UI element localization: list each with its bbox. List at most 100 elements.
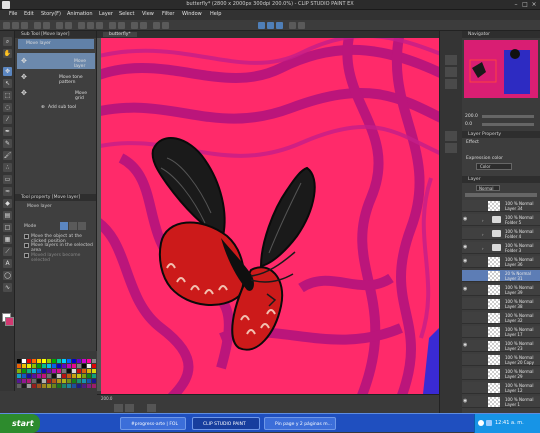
navigator-angle-value[interactable]: 0.0: [465, 122, 472, 127]
canvas-tab[interactable]: butterfly*: [103, 32, 137, 37]
frame-icon[interactable]: ▦: [3, 235, 12, 244]
actual-size-icon[interactable]: [125, 404, 134, 412]
menu-window[interactable]: Window: [182, 11, 202, 17]
figure-icon[interactable]: □: [3, 223, 12, 232]
task-button[interactable]: #progress-arte | FOL: [120, 417, 186, 430]
folder-expand-icon[interactable]: ›: [482, 232, 484, 237]
eye-icon[interactable]: [463, 385, 468, 390]
expression-color-select[interactable]: Color: [476, 163, 512, 170]
snap-icon[interactable]: [276, 22, 283, 29]
navigator-preview[interactable]: [464, 40, 538, 98]
save-icon[interactable]: [21, 22, 28, 29]
menu-help[interactable]: Help: [210, 11, 221, 17]
eraser-icon[interactable]: ▭: [3, 175, 12, 184]
fill-icon[interactable]: [118, 22, 125, 29]
eye-icon[interactable]: [463, 357, 468, 362]
smoothing-icon[interactable]: [267, 22, 274, 29]
pen-pressure-icon[interactable]: [298, 22, 305, 29]
layer-row[interactable]: ◉ 100 % Normal Layer 1: [462, 396, 540, 408]
crop-icon[interactable]: [109, 22, 116, 29]
sub-color-swatch[interactable]: [5, 317, 14, 326]
eye-icon[interactable]: ◉: [463, 399, 468, 404]
layer-row[interactable]: ◉ 100 % Normal Layer 39: [462, 284, 540, 296]
volume-icon[interactable]: [486, 420, 492, 426]
eye-icon[interactable]: [463, 203, 468, 208]
layer-row[interactable]: 100 % Normal Layer 12: [462, 382, 540, 394]
layer-search-icon[interactable]: [445, 131, 457, 141]
layer-row[interactable]: 100 % Normal Layer 34: [462, 200, 540, 212]
canvas-zoom-value[interactable]: 200.0: [101, 396, 112, 401]
task-button-active[interactable]: CLIP STUDIO PAINT: [192, 417, 260, 430]
mode-selection-button[interactable]: [69, 222, 77, 230]
subtool-item-move-tone-pattern[interactable]: ✥ Move tone pattern: [17, 69, 95, 85]
mode-layer-button[interactable]: [60, 222, 68, 230]
eye-icon[interactable]: ◉: [463, 245, 468, 250]
brush-size-icon[interactable]: [289, 22, 296, 29]
layer-row[interactable]: 100 % Normal Layer 29: [462, 368, 540, 380]
layer-row[interactable]: 20 % Normal Layer 31: [462, 270, 540, 282]
drawing-canvas[interactable]: [101, 38, 439, 394]
rotate-icon[interactable]: [162, 22, 169, 29]
zoom-icon[interactable]: ⌕: [3, 37, 12, 46]
rotate-slider[interactable]: [482, 123, 534, 126]
eye-icon[interactable]: [463, 329, 468, 334]
menu-animation[interactable]: Animation: [67, 11, 93, 17]
subtool-item-move-layer[interactable]: ✥ Move layer: [17, 53, 95, 69]
add-subtool-button[interactable]: ⊕ Add sub tool: [17, 103, 95, 113]
layer-row[interactable]: › 100 % Normal Folder 4: [462, 228, 540, 240]
minimize-button[interactable]: –: [512, 1, 520, 8]
sub-view-icon[interactable]: [445, 67, 457, 77]
fill-tool-icon[interactable]: ◆: [3, 199, 12, 208]
layer-row[interactable]: ◉ 100 % Normal Layer 36: [462, 256, 540, 268]
material-icon[interactable]: [445, 143, 457, 153]
color-swatch-grid[interactable]: [15, 351, 97, 391]
selection-icon[interactable]: ⬚: [3, 91, 12, 100]
balloon-icon[interactable]: ◯: [3, 271, 12, 280]
layer-row[interactable]: 100 % Normal Layer 17: [462, 326, 540, 338]
task-button[interactable]: Pin page y 2 páginas m...: [264, 417, 336, 430]
eye-icon[interactable]: ◉: [463, 217, 468, 222]
redo-icon[interactable]: [43, 22, 50, 29]
deselect-icon[interactable]: [78, 22, 85, 29]
move-selected-area-checkbox[interactable]: [24, 243, 29, 248]
rotate-view-icon[interactable]: [147, 404, 156, 412]
menu-select[interactable]: Select: [119, 11, 134, 17]
menu-file[interactable]: File: [9, 11, 17, 17]
move-icon[interactable]: ✥: [3, 67, 12, 76]
eye-icon[interactable]: [463, 231, 468, 236]
menu-view[interactable]: View: [142, 11, 154, 17]
eyedropper-icon[interactable]: ⁄: [3, 115, 12, 124]
move-clicked-object-checkbox[interactable]: [24, 234, 29, 239]
start-button[interactable]: start: [0, 414, 40, 433]
mode-area-button[interactable]: [78, 222, 86, 230]
eye-icon[interactable]: [463, 371, 468, 376]
new-icon[interactable]: [3, 22, 10, 29]
moved-layers-selected-checkbox[interactable]: [24, 253, 29, 258]
airbrush-icon[interactable]: ∴: [3, 163, 12, 172]
zoom-slider[interactable]: [482, 115, 534, 118]
gradient-icon[interactable]: ▤: [3, 211, 12, 220]
pen-icon[interactable]: ✒: [3, 127, 12, 136]
close-button[interactable]: ×: [530, 1, 538, 8]
maximize-button[interactable]: □: [521, 1, 529, 8]
subtool-item-move-grid[interactable]: ✥ Move grid: [17, 85, 95, 101]
eye-icon[interactable]: [463, 301, 468, 306]
flip-icon[interactable]: [153, 22, 160, 29]
menu-filter[interactable]: Filter: [162, 11, 174, 17]
clear-icon[interactable]: [56, 22, 63, 29]
brush-icon[interactable]: 🖌: [3, 151, 12, 160]
menu-layer[interactable]: Layer: [99, 11, 113, 17]
ruler-icon[interactable]: [131, 22, 138, 29]
text-icon[interactable]: A: [3, 259, 12, 268]
layer-row[interactable]: 100 % Normal Layer 32: [462, 312, 540, 324]
transform-icon[interactable]: [65, 22, 72, 29]
show-selection-icon[interactable]: [96, 22, 103, 29]
layer-row[interactable]: 100 % Normal Layer 20 Copy: [462, 354, 540, 366]
undo-icon[interactable]: [34, 22, 41, 29]
blend-mode-select[interactable]: Normal: [476, 185, 500, 191]
lasso-icon[interactable]: ◌: [3, 103, 12, 112]
ruler-tool-icon[interactable]: ⟋: [3, 247, 12, 256]
open-icon[interactable]: [12, 22, 19, 29]
eye-icon[interactable]: ◉: [463, 259, 468, 264]
menu-edit[interactable]: Edit: [24, 11, 34, 17]
